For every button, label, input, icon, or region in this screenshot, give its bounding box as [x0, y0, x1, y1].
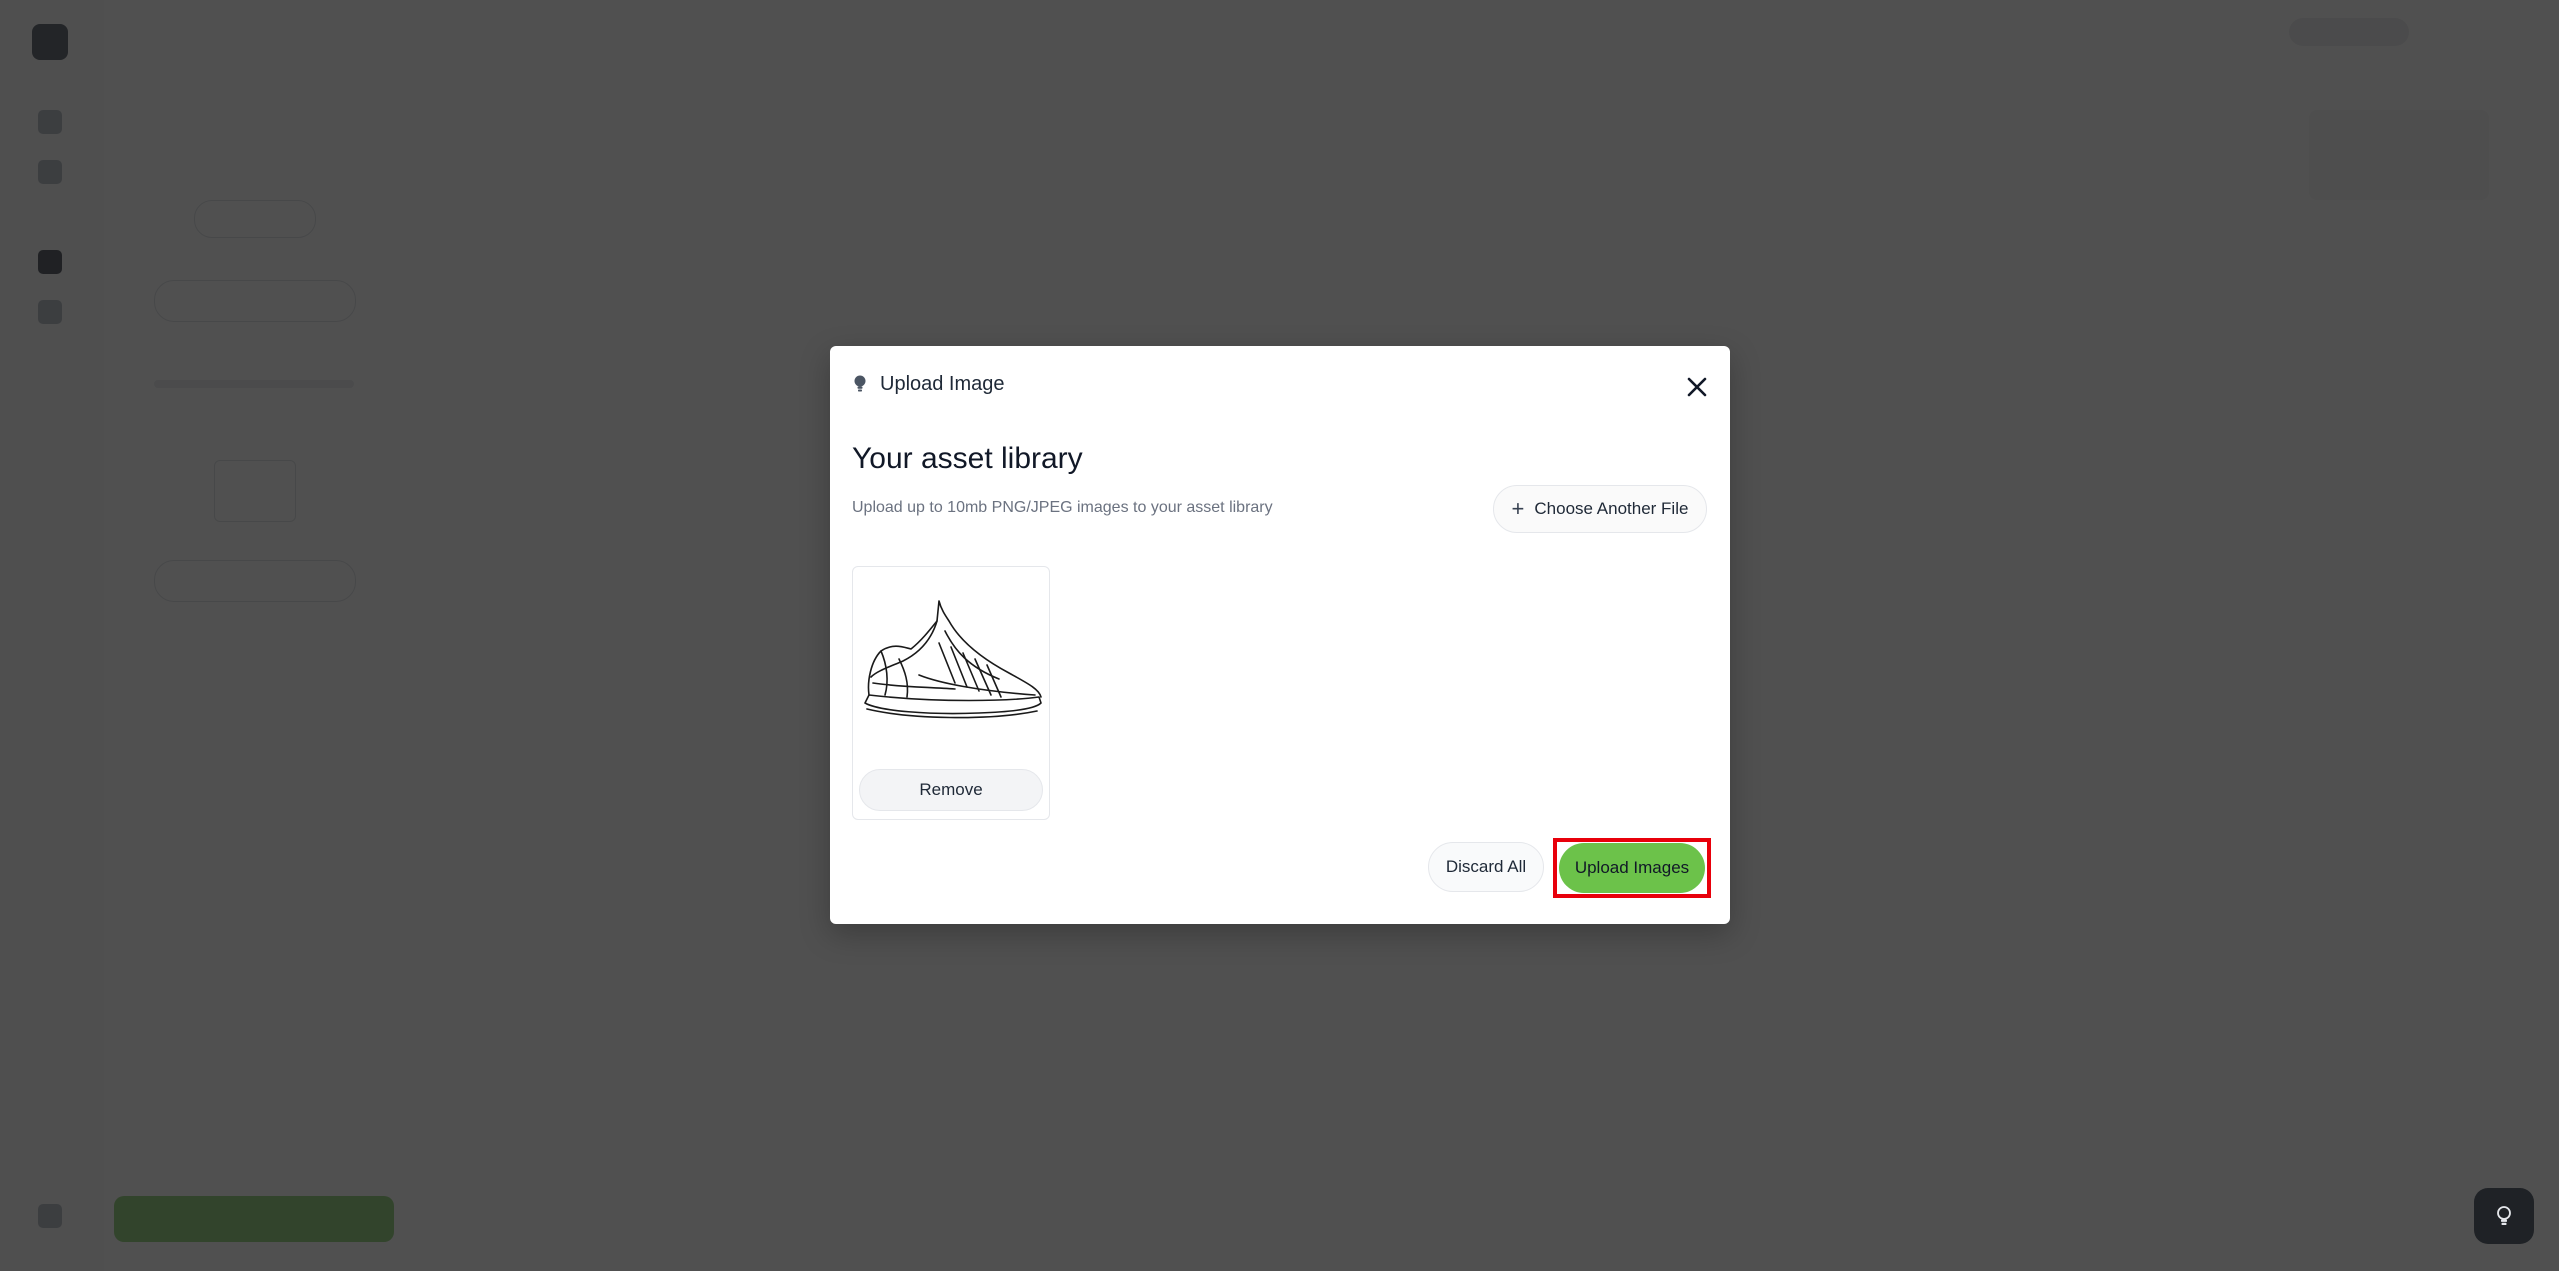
remove-image-button[interactable]: Remove: [859, 769, 1043, 811]
choose-another-file-button[interactable]: + Choose Another File: [1493, 485, 1707, 533]
library-title: Your asset library: [852, 442, 1083, 475]
sneaker-sketch-image: [864, 600, 1042, 719]
upload-image-modal: Upload Image Your asset library Upload u…: [830, 346, 1730, 924]
close-button[interactable]: [1682, 372, 1712, 402]
bulb-icon: [852, 373, 868, 395]
discard-label: Discard All: [1445, 857, 1527, 876]
bulb-icon: [2497, 1206, 2511, 1225]
plus-icon: +: [1511, 496, 1525, 521]
modal-header: Upload Image: [852, 370, 1005, 398]
choose-file-label: Choose Another File: [1534, 499, 1689, 518]
upload-images-button[interactable]: Upload Images: [1559, 843, 1705, 893]
library-description: Upload up to 10mb PNG/JPEG images to you…: [852, 499, 1273, 516]
image-thumbnail-card: Remove: [852, 566, 1050, 820]
help-fab-button[interactable]: [2474, 1188, 2534, 1244]
close-icon: [1687, 377, 1707, 397]
discard-all-button[interactable]: Discard All: [1428, 842, 1544, 892]
modal-title: Upload Image: [880, 372, 1005, 395]
upload-label: Upload Images: [1574, 858, 1690, 877]
remove-label: Remove: [919, 780, 983, 799]
